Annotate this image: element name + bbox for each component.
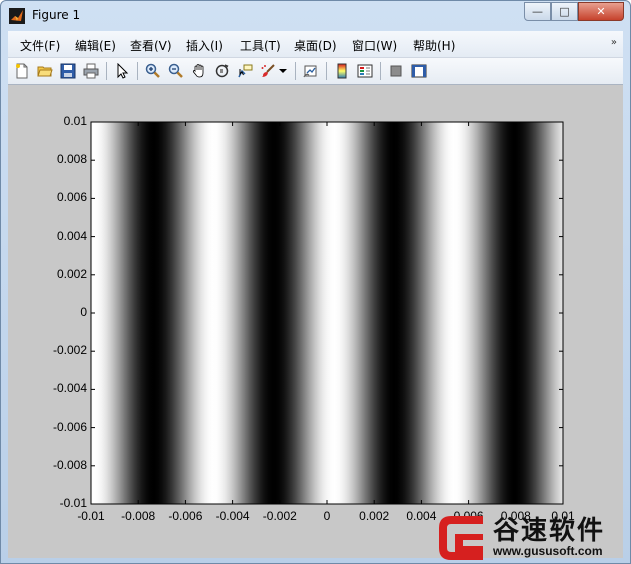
menu-tools[interactable]: 工具(T) — [240, 37, 281, 54]
hide-plot-tools-icon[interactable] — [386, 61, 406, 81]
toolbar-separator — [295, 62, 296, 80]
menu-desktop[interactable]: 桌面(D) — [294, 37, 337, 54]
toolbar-separator — [137, 62, 138, 80]
watermark-url: www.gususoft.com — [493, 544, 603, 558]
menu-overflow-icon[interactable]: » — [611, 37, 617, 48]
toolbar-separator — [106, 62, 107, 80]
figure-toolbar — [8, 58, 623, 85]
watermark: 谷速软件 www.gususoft.com — [435, 508, 631, 564]
print-icon[interactable] — [81, 61, 101, 81]
zoom-out-icon[interactable] — [166, 61, 186, 81]
y-tick-label: -0.004 — [52, 381, 87, 396]
new-figure-icon[interactable] — [12, 61, 32, 81]
pan-hand-icon[interactable] — [189, 61, 209, 81]
menu-file[interactable]: 文件(F) — [20, 37, 60, 54]
brush-icon[interactable] — [258, 61, 278, 81]
figure-client-area: 文件(F) 编辑(E) 查看(V) 插入(I) 工具(T) 桌面(D) 窗口(W… — [8, 31, 623, 558]
link-plot-icon[interactable] — [301, 61, 321, 81]
y-tick-label: -0.006 — [52, 419, 87, 434]
window-controls: — □ ✕ — [524, 2, 624, 21]
y-tick-label: 0.01 — [63, 114, 87, 128]
matlab-logo-icon — [9, 8, 25, 24]
y-tick-label: 0.006 — [56, 190, 87, 205]
y-tick-label: -0.002 — [52, 343, 87, 358]
y-tick-label: 0.002 — [56, 266, 87, 281]
colorbar-icon[interactable] — [332, 61, 352, 81]
menu-view[interactable]: 查看(V) — [130, 37, 172, 54]
rotate-3d-icon[interactable] — [212, 61, 232, 81]
maximize-button[interactable]: □ — [551, 2, 578, 21]
watermark-logo-icon — [439, 516, 483, 560]
toolbar-separator — [380, 62, 381, 80]
pointer-icon[interactable] — [112, 61, 132, 81]
menu-help[interactable]: 帮助(H) — [413, 37, 455, 54]
watermark-title: 谷速软件 — [493, 516, 606, 546]
y-tick-label: -0.01 — [59, 496, 87, 510]
y-tick-label: -0.008 — [52, 457, 87, 472]
menu-edit[interactable]: 编辑(E) — [75, 37, 116, 54]
title-bar[interactable]: Figure 1 — □ ✕ — [1, 1, 630, 31]
show-plot-tools-icon[interactable] — [409, 61, 429, 81]
close-button[interactable]: ✕ — [578, 2, 624, 21]
plot-area — [8, 85, 623, 558]
legend-icon[interactable] — [355, 61, 375, 81]
window-title: Figure 1 — [32, 8, 81, 22]
minimize-button[interactable]: — — [524, 2, 551, 21]
brush-dropdown-icon[interactable] — [278, 61, 288, 81]
open-file-icon[interactable] — [35, 61, 55, 81]
y-tick-label: 0.004 — [56, 228, 87, 243]
menu-bar: 文件(F) 编辑(E) 查看(V) 插入(I) 工具(T) 桌面(D) 窗口(W… — [8, 31, 623, 58]
data-cursor-icon[interactable] — [235, 61, 255, 81]
zoom-in-icon[interactable] — [143, 61, 163, 81]
menu-window[interactable]: 窗口(W) — [352, 37, 397, 54]
figure-window: Figure 1 — □ ✕ 文件(F) 编辑(E) 查看(V) 插入(I) 工… — [0, 0, 631, 564]
save-icon[interactable] — [58, 61, 78, 81]
toolbar-separator — [326, 62, 327, 80]
y-tick-label: 0.008 — [56, 152, 87, 167]
y-tick-label: 0 — [80, 305, 87, 319]
menu-insert[interactable]: 插入(I) — [186, 37, 223, 54]
